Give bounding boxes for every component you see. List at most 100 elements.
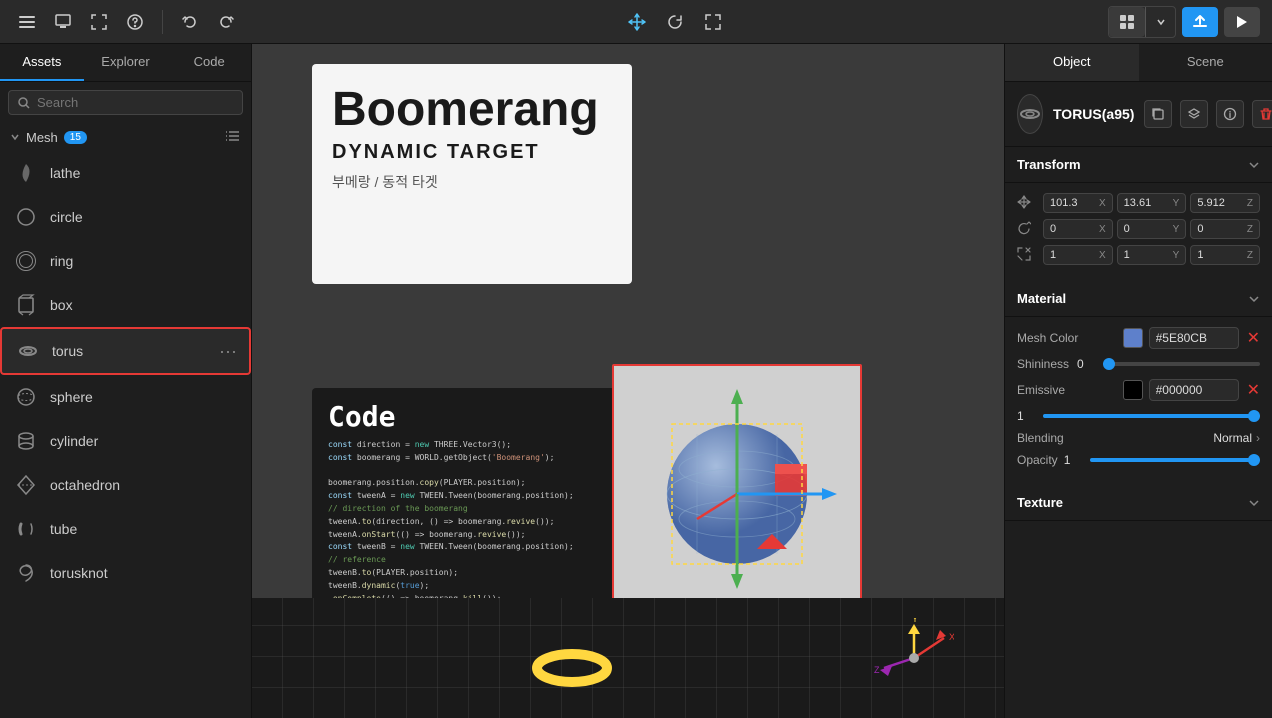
mesh-item-circle[interactable]: circle xyxy=(0,195,251,239)
toolbar-sep-1 xyxy=(162,10,163,34)
torus-label: torus xyxy=(52,343,209,359)
mesh-color-input[interactable] xyxy=(1149,327,1239,349)
mesh-color-swatch[interactable] xyxy=(1123,328,1143,348)
mesh-item-torusknot[interactable]: torusknot xyxy=(0,551,251,595)
play-button[interactable] xyxy=(1224,7,1260,37)
3d-object-viewport xyxy=(614,366,860,622)
mesh-item-torus[interactable]: torus ··· xyxy=(0,327,251,375)
rot-z-input[interactable]: 0 Z xyxy=(1190,219,1260,239)
box-label: box xyxy=(50,297,239,313)
expand-button[interactable] xyxy=(84,7,114,37)
help-button[interactable] xyxy=(120,7,150,37)
sidebar: Assets Explorer Code Mesh 15 xyxy=(0,44,252,718)
mesh-header[interactable]: Mesh 15 xyxy=(0,123,251,151)
tab-object[interactable]: Object xyxy=(1005,44,1139,81)
object-duplicate-button[interactable] xyxy=(1144,100,1172,128)
xyz-gizmo: X Y Z xyxy=(874,618,954,698)
opacity-slider[interactable] xyxy=(1090,458,1260,462)
texture-section-header[interactable]: Texture xyxy=(1005,485,1272,521)
mesh-count: 15 xyxy=(64,131,87,144)
mesh-item-ring[interactable]: ring xyxy=(0,239,251,283)
emissive-label: Emissive xyxy=(1017,383,1065,397)
mesh-color-value: ✕ xyxy=(1123,327,1260,349)
mesh-color-delete[interactable]: ✕ xyxy=(1247,328,1260,348)
mesh-color-row: Mesh Color ✕ xyxy=(1017,327,1260,349)
toolbar-history xyxy=(175,7,241,37)
object-delete-button[interactable] xyxy=(1252,100,1272,128)
3d-selection-area[interactable] xyxy=(612,364,862,624)
torus-icon xyxy=(14,337,42,365)
object-preview-icon xyxy=(1017,94,1043,134)
mesh-item-cylinder[interactable]: cylinder xyxy=(0,419,251,463)
blending-selector[interactable]: Normal › xyxy=(1213,431,1260,445)
torus-more-button[interactable]: ··· xyxy=(219,341,237,362)
tab-code[interactable]: Code xyxy=(167,44,251,81)
pos-z-input[interactable]: 5.912 Z xyxy=(1190,193,1260,213)
sphere-label: sphere xyxy=(50,389,239,405)
mesh-list: lathe circle ring box xyxy=(0,151,251,718)
boomerang-sub: DYNAMIC TARGET xyxy=(312,137,632,168)
octahedron-label: octahedron xyxy=(50,477,239,493)
shininess-slider[interactable] xyxy=(1103,362,1260,366)
transform-section-header[interactable]: Transform xyxy=(1005,147,1272,183)
layout-button[interactable] xyxy=(1109,7,1145,37)
object-info-button[interactable] xyxy=(1216,100,1244,128)
rotation-icon xyxy=(1017,221,1037,238)
undo-button[interactable] xyxy=(175,7,205,37)
pos-y-input[interactable]: 13.61 Y xyxy=(1117,193,1187,213)
toolbar-center xyxy=(249,7,1100,37)
circle-label: circle xyxy=(50,209,239,225)
monitor-button[interactable] xyxy=(48,7,78,37)
circle-icon xyxy=(12,203,40,231)
shininess-thumb xyxy=(1103,358,1115,370)
emissive-color-input[interactable] xyxy=(1149,379,1239,401)
redo-button[interactable] xyxy=(211,7,241,37)
lathe-icon xyxy=(12,159,40,187)
pos-x-input[interactable]: 101.3 X xyxy=(1043,193,1113,213)
emissive-slider[interactable] xyxy=(1043,414,1260,418)
object-header: TORUS(a95) xyxy=(1005,82,1272,147)
tube-icon xyxy=(12,515,40,543)
sphere-icon xyxy=(12,383,40,411)
scale-x-input[interactable]: 1 X xyxy=(1043,245,1113,265)
emissive-delete[interactable]: ✕ xyxy=(1247,380,1260,400)
opacity-value: 1 xyxy=(1064,453,1084,467)
fullscreen-button[interactable] xyxy=(698,7,728,37)
tab-explorer[interactable]: Explorer xyxy=(84,44,168,81)
search-icon xyxy=(17,96,31,110)
scale-z-input[interactable]: 1 Z xyxy=(1190,245,1260,265)
main-layout: Assets Explorer Code Mesh 15 xyxy=(0,44,1272,718)
menu-button[interactable] xyxy=(12,7,42,37)
upload-button[interactable] xyxy=(1182,7,1218,37)
tab-scene[interactable]: Scene xyxy=(1139,44,1272,81)
mesh-item-lathe[interactable]: lathe xyxy=(0,151,251,195)
mesh-item-sphere[interactable]: sphere xyxy=(0,375,251,419)
search-box xyxy=(8,90,243,115)
object-title: TORUS(a95) xyxy=(1053,106,1134,122)
mesh-item-octahedron[interactable]: octahedron xyxy=(0,463,251,507)
viewport: Boomerang DYNAMIC TARGET 부메랑 / 동적 타겟 Cod… xyxy=(252,44,1004,718)
object-layers-button[interactable] xyxy=(1180,100,1208,128)
position-row: 101.3 X 13.61 Y 5.912 Z xyxy=(1017,193,1260,213)
material-chevron-icon xyxy=(1248,293,1260,305)
tube-label: tube xyxy=(50,521,239,537)
tab-assets[interactable]: Assets xyxy=(0,44,84,81)
svg-text:Z: Z xyxy=(874,665,880,675)
search-input[interactable] xyxy=(37,95,234,110)
material-section-header[interactable]: Material xyxy=(1005,281,1272,317)
emissive-color-swatch[interactable] xyxy=(1123,380,1143,400)
rot-y-input[interactable]: 0 Y xyxy=(1117,219,1187,239)
cylinder-label: cylinder xyxy=(50,433,239,449)
mesh-item-tube[interactable]: tube xyxy=(0,507,251,551)
rotation-row: 0 X 0 Y 0 Z xyxy=(1017,219,1260,239)
position-icon xyxy=(1017,195,1037,212)
scale-y-input[interactable]: 1 Y xyxy=(1117,245,1187,265)
refresh-button[interactable] xyxy=(660,7,690,37)
mesh-item-box[interactable]: box xyxy=(0,283,251,327)
mesh-label: Mesh xyxy=(26,130,58,145)
move-button[interactable] xyxy=(622,7,652,37)
emissive-row: Emissive ✕ xyxy=(1017,379,1260,401)
rot-x-input[interactable]: 0 X xyxy=(1043,219,1113,239)
layout-chevron[interactable] xyxy=(1145,7,1175,37)
shininess-label: Shininess xyxy=(1017,357,1069,371)
